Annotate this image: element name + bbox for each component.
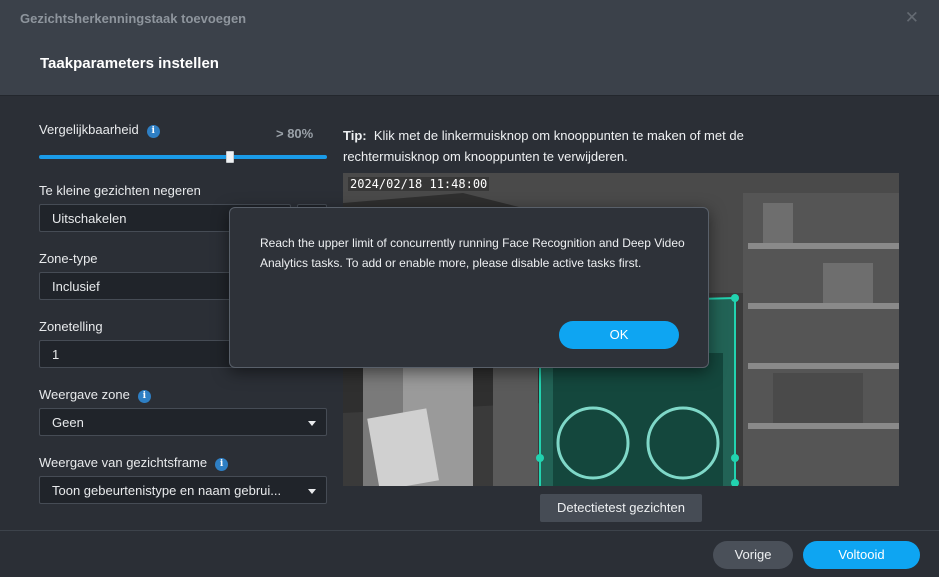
detect-faces-button[interactable]: Detectietest gezichten: [540, 494, 702, 522]
zone-type-label: Zone-type: [39, 251, 98, 266]
tip-body: Klik met de linkermuisknop om knooppunte…: [343, 128, 744, 164]
slider-handle[interactable]: [226, 151, 234, 163]
page-header: Taakparameters instellen: [0, 38, 939, 96]
alert-message: Reach the upper limit of concurrently ru…: [260, 236, 685, 270]
slider-track[interactable]: [39, 155, 327, 159]
zone-count-label: Zonetelling: [39, 319, 103, 334]
info-icon[interactable]: i: [146, 125, 160, 138]
face-frame-label: Weergave van gezichtsframe: [39, 455, 208, 470]
face-frame-label-row: Weergave van gezichtsframe i: [39, 455, 229, 471]
zone-display-select[interactable]: Geen: [39, 408, 327, 436]
window-title: Gezichtsherkenningstaak toevoegen: [20, 11, 247, 26]
ignore-small-label: Te kleine gezichten negeren: [39, 183, 201, 198]
similarity-slider[interactable]: [39, 151, 327, 163]
finish-button[interactable]: Voltooid: [803, 541, 920, 569]
info-icon[interactable]: i: [215, 458, 229, 471]
tip-prefix: Tip:: [343, 128, 367, 143]
previous-button[interactable]: Vorige: [713, 541, 793, 569]
zone-display-label-row: Weergave zone i: [39, 387, 151, 403]
footer-bar: [0, 530, 939, 577]
chevron-down-icon: [308, 421, 316, 426]
zone-display-label: Weergave zone: [39, 387, 130, 402]
close-icon[interactable]: ✕: [905, 9, 919, 26]
chevron-down-icon: [308, 489, 316, 494]
alert-dialog: Reach the upper limit of concurrently ru…: [229, 207, 709, 368]
title-bar: Gezichtsherkenningstaak toevoegen ✕: [0, 0, 939, 38]
info-icon[interactable]: i: [137, 390, 151, 403]
similarity-label-row: Vergelijkbaarheid i: [39, 122, 160, 138]
tip-text: Tip: Klik met de linkermuisknop om knoop…: [343, 125, 823, 167]
similarity-label: Vergelijkbaarheid: [39, 122, 139, 137]
similarity-value: > 80%: [276, 126, 314, 141]
face-frame-value: Toon gebeurtenistype en naam gebrui...: [52, 483, 282, 498]
video-timestamp: 2024/02/18 11:48:00: [348, 177, 490, 191]
ok-button[interactable]: OK: [559, 321, 679, 349]
zone-display-value: Geen: [52, 415, 84, 430]
face-frame-select[interactable]: Toon gebeurtenistype en naam gebrui...: [39, 476, 327, 504]
page-title: Taakparameters instellen: [40, 55, 219, 72]
